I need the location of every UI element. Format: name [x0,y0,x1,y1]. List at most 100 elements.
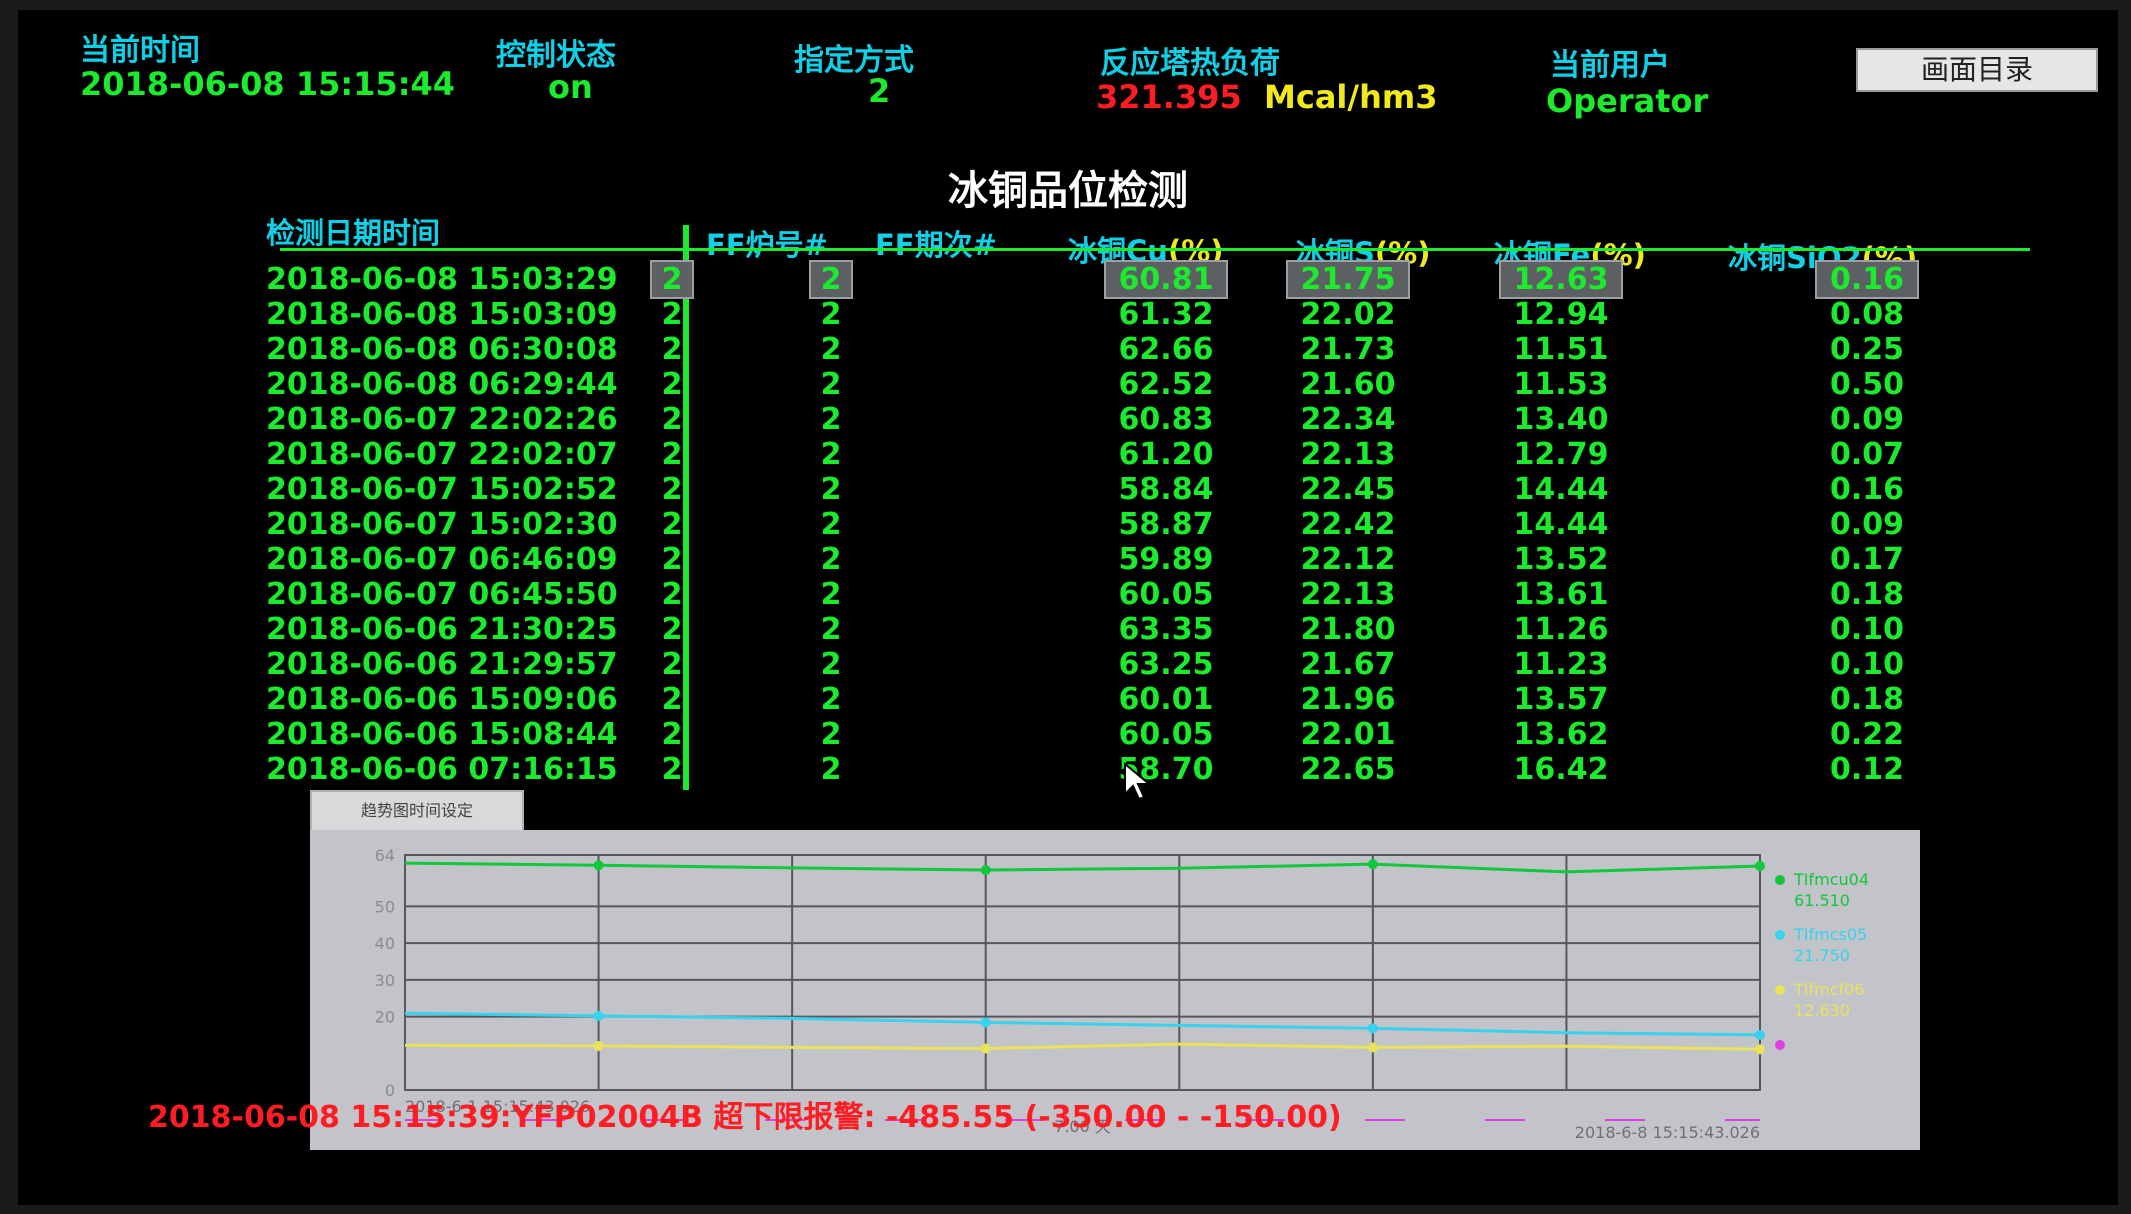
cell-fe: 11.53 [1513,367,1609,402]
data-point [980,1043,991,1054]
legend-marker [1775,930,1785,940]
assign-mode-label: 指定方式 [794,43,914,78]
cell-s: 22.13 [1300,437,1396,472]
cell-period: 2 [820,367,842,402]
cell-datetime: 2018-06-08 15:03:09 [266,297,618,332]
cell-cu: 60.83 [1118,402,1214,437]
cell-furnace: 2 [661,577,683,612]
cell-fe: 12.94 [1513,297,1609,332]
cell-datetime: 2018-06-06 21:29:57 [266,647,618,682]
series-line-TIfmcu04 [404,861,1761,874]
cell-fe: 11.26 [1513,612,1609,647]
cell-sio2: 0.09 [1829,507,1905,542]
cell-datetime: 2018-06-07 22:02:26 [266,402,618,437]
col-header-furnace: FF炉号# [706,228,828,262]
cell-sio2: 0.10 [1829,647,1905,682]
cell-sio2: 0.25 [1829,332,1905,367]
cell-sio2: 0.10 [1829,612,1905,647]
cell-sio2: 0.50 [1829,367,1905,402]
cell-fe: 11.51 [1513,332,1609,367]
cell-period: 2 [820,682,842,717]
cell-cu: 58.84 [1118,472,1214,507]
cell-fe: 12.79 [1513,437,1609,472]
data-point [1755,1029,1765,1040]
cell-sio2[interactable]: 0.16 [1815,260,1919,299]
cell-datetime: 2018-06-08 06:30:08 [266,332,618,367]
y-tick-label: 40 [375,934,395,953]
cell-s: 22.42 [1300,507,1396,542]
cell-cu: 60.05 [1118,717,1214,752]
cell-cu: 61.20 [1118,437,1214,472]
cell-period: 2 [820,577,842,612]
heat-load-unit: Mcal/hm3 [1264,78,1438,116]
cell-s: 22.13 [1300,577,1396,612]
cell-furnace: 2 [661,367,683,402]
hmi-screen: 当前时间 2018-06-08 15:15:44 控制状态 on 指定方式 2 … [18,10,2118,1205]
cell-fe: 11.23 [1513,647,1609,682]
cell-s: 21.73 [1300,332,1396,367]
legend-value: 21.750 [1794,946,1850,965]
cell-furnace: 2 [661,752,683,787]
control-state-value: on [548,68,593,106]
cell-s: 21.67 [1300,647,1396,682]
heat-load-label: 反应塔热负荷 [1100,46,1280,81]
cell-fe: 13.57 [1513,682,1609,717]
cell-fe: 16.42 [1513,752,1609,787]
col-header-period: FF期次# [875,228,997,262]
cell-cu: 60.01 [1118,682,1214,717]
plot-frame [404,854,1761,1091]
page-title: 冰铜品位检测 [948,168,1188,214]
data-point [1367,859,1378,870]
cell-period: 2 [820,612,842,647]
cell-datetime: 2018-06-07 06:45:50 [266,577,618,612]
cell-s: 22.45 [1300,472,1396,507]
x-end-label: 2018-6-8 15:15:43.026 [1575,1123,1760,1142]
cell-furnace: 2 [661,332,683,367]
cell-datetime: 2018-06-07 15:02:52 [266,472,618,507]
cell-fe: 13.61 [1513,577,1609,612]
cell-sio2: 0.17 [1829,542,1905,577]
cell-furnace: 2 [661,297,683,332]
data-point [1367,1042,1378,1053]
cell-period[interactable]: 2 [809,260,853,299]
cell-s[interactable]: 21.75 [1286,260,1410,299]
cell-datetime: 2018-06-06 15:08:44 [266,717,618,752]
cell-period: 2 [820,437,842,472]
cell-sio2: 0.22 [1829,717,1905,752]
cell-fe: 13.40 [1513,402,1609,437]
cell-period: 2 [820,752,842,787]
cell-sio2: 0.12 [1829,752,1905,787]
cell-furnace[interactable]: 2 [650,260,694,299]
cell-furnace: 2 [661,682,683,717]
cell-cu[interactable]: 60.81 [1104,260,1228,299]
current-user-value: Operator [1546,82,1709,120]
cell-sio2: 0.07 [1829,437,1905,472]
cell-sio2: 0.09 [1829,402,1905,437]
y-tick-label: 64 [375,846,395,865]
data-point [593,860,604,871]
legend-value: 61.510 [1794,891,1850,910]
cell-furnace: 2 [661,647,683,682]
data-point [593,1010,604,1021]
cell-datetime: 2018-06-08 15:03:29 [266,262,618,297]
cell-cu: 63.35 [1118,612,1214,647]
cell-cu: 60.05 [1118,577,1214,612]
cell-cu: 58.87 [1118,507,1214,542]
cell-period: 2 [820,542,842,577]
col-header-datetime: 检测日期时间 [266,216,441,250]
cell-s: 22.65 [1300,752,1396,787]
cell-period: 2 [820,297,842,332]
cell-cu: 61.32 [1118,297,1214,332]
assign-mode-value: 2 [868,72,891,110]
cell-furnace: 2 [661,717,683,752]
legend-name: TIfmcu04 [1793,870,1869,889]
data-point [1755,1044,1765,1055]
cell-datetime: 2018-06-06 07:16:15 [266,752,618,787]
cell-s: 22.02 [1300,297,1396,332]
data-point [980,865,991,876]
cell-furnace: 2 [661,507,683,542]
cell-fe[interactable]: 12.63 [1499,260,1623,299]
cell-datetime: 2018-06-07 15:02:30 [266,507,618,542]
screen-menu-button[interactable]: 画面目录 [1856,48,2098,92]
trend-time-setting-tab[interactable]: 趋势图时间设定 [310,790,524,832]
